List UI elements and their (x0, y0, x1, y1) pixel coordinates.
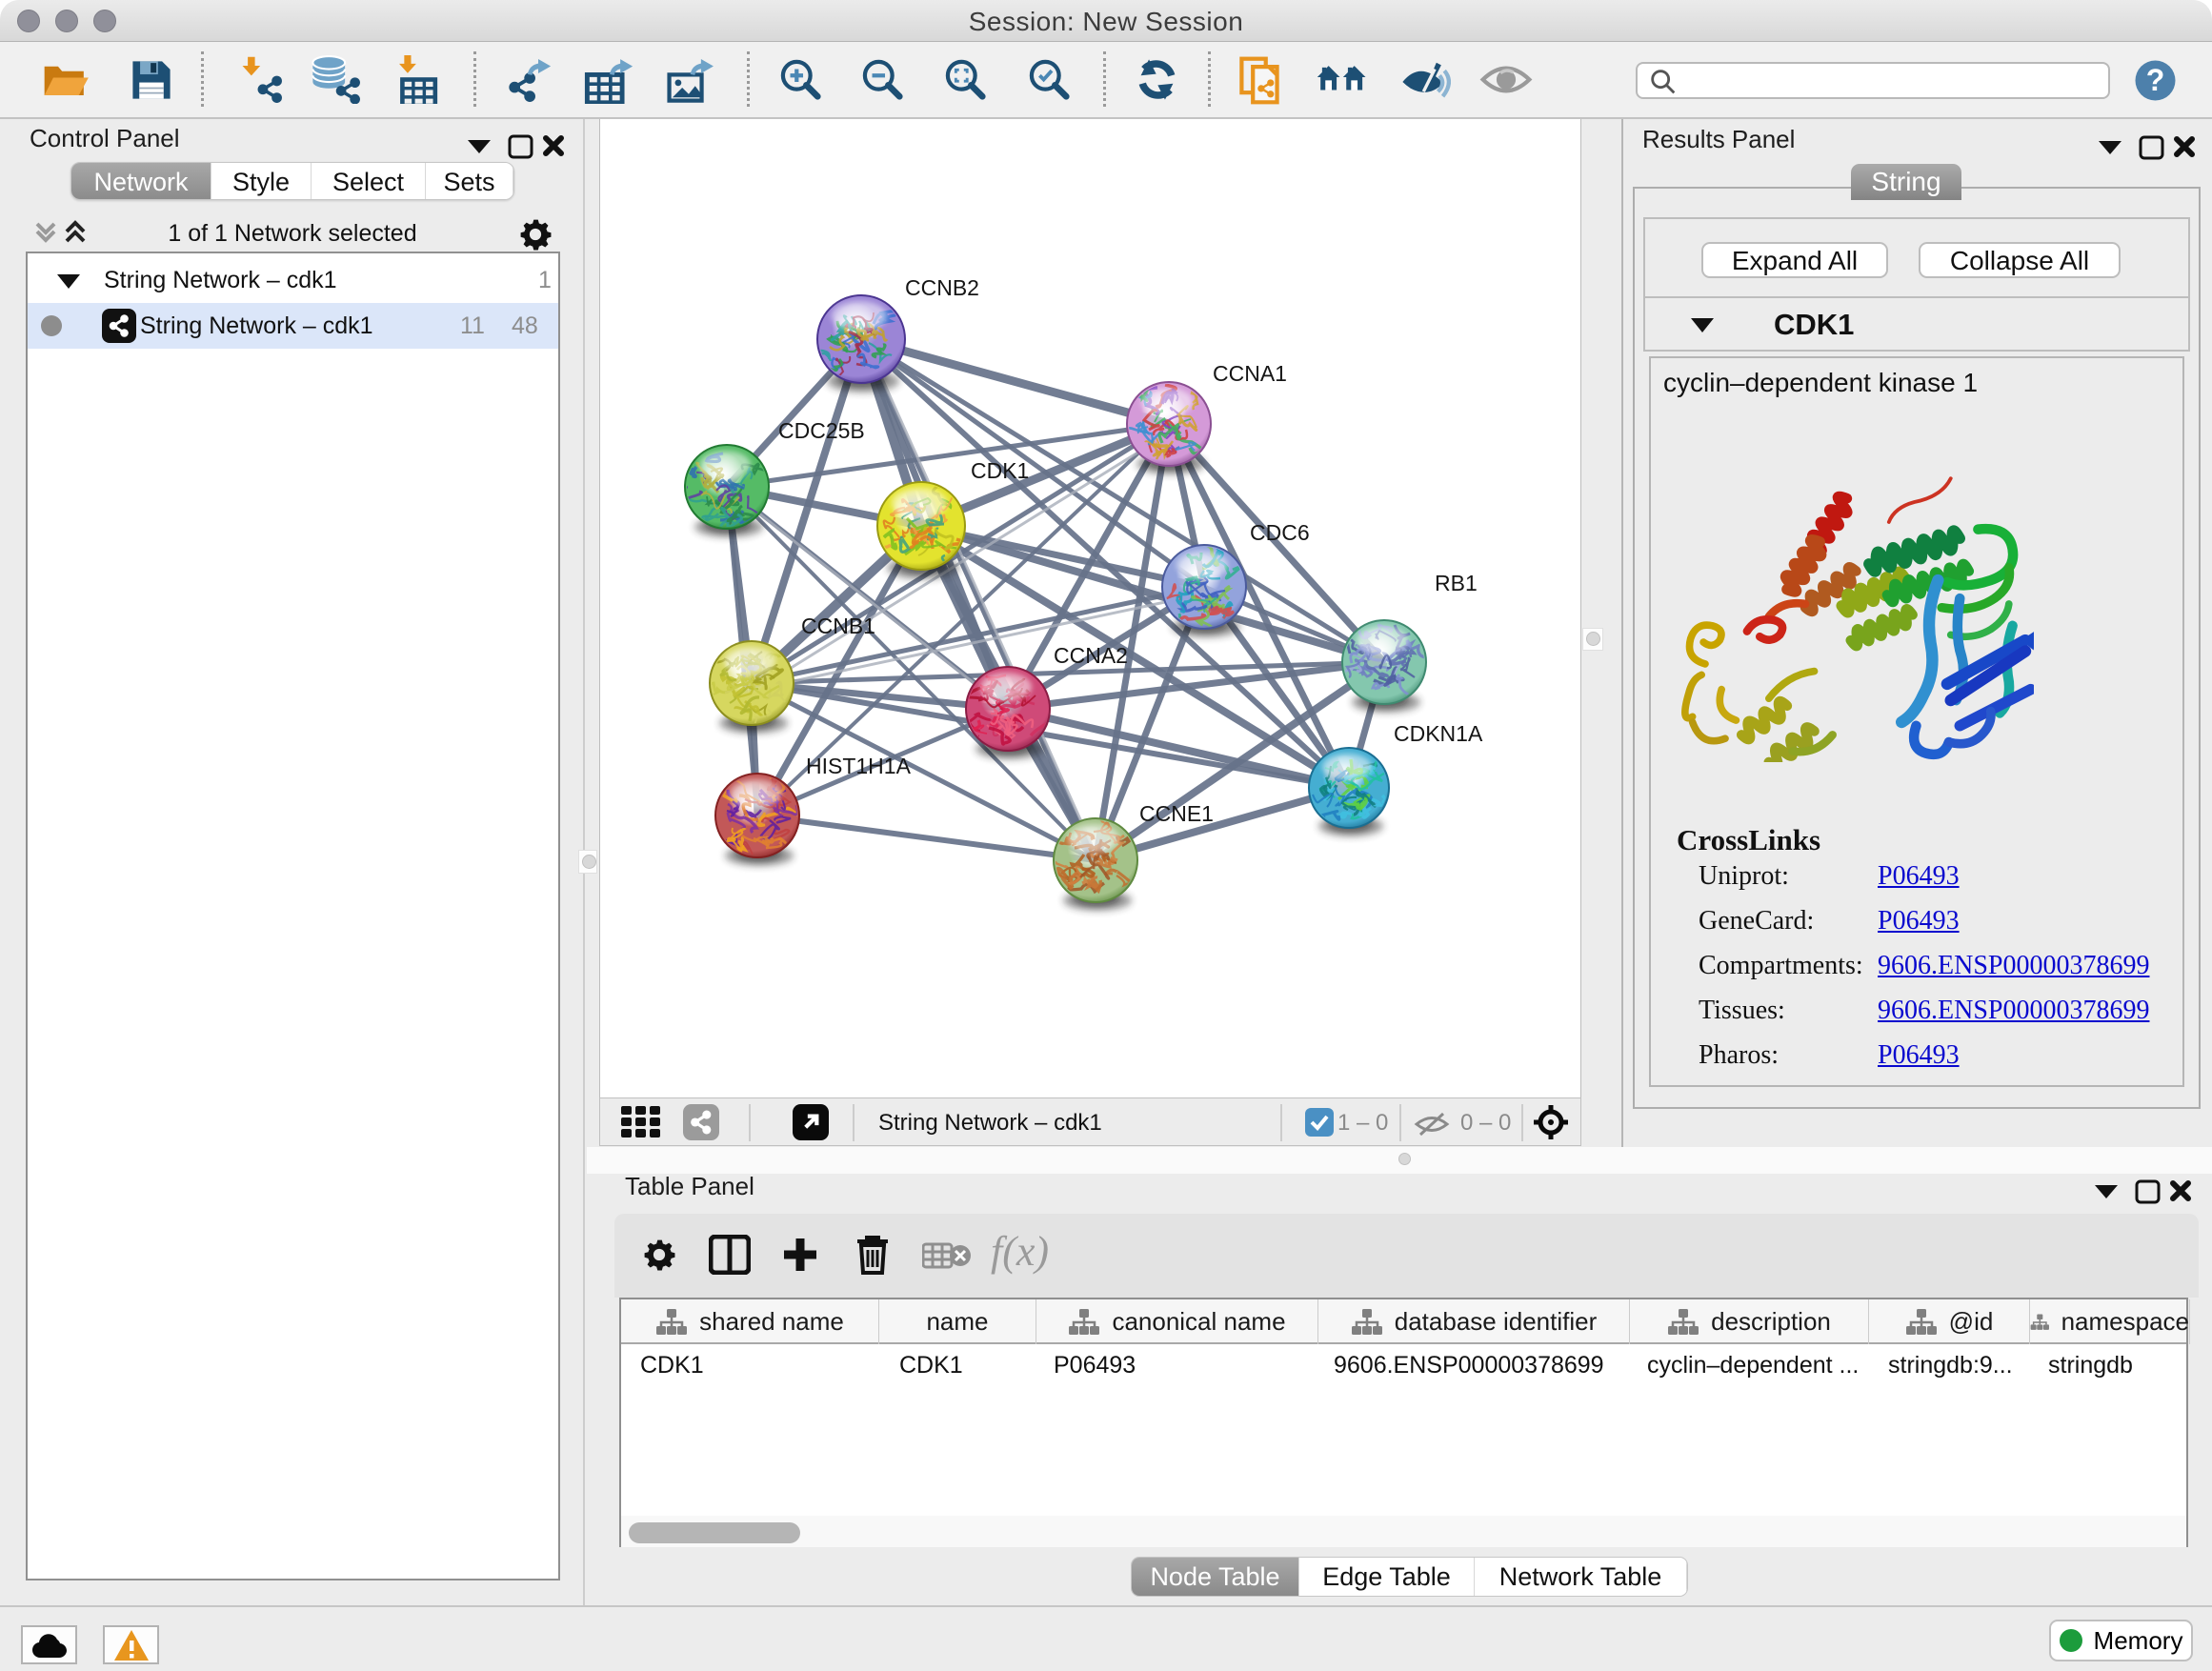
svg-text:CCNA2: CCNA2 (1054, 643, 1128, 668)
svg-text:HIST1H1A: HIST1H1A (806, 754, 912, 778)
svg-text:CDC25B: CDC25B (778, 418, 865, 443)
svg-text:CCNE1: CCNE1 (1139, 801, 1214, 826)
svg-text:CDK1: CDK1 (971, 458, 1029, 483)
svg-text:CCNB1: CCNB1 (801, 614, 875, 638)
svg-text:RB1: RB1 (1435, 571, 1478, 595)
svg-text:CCNA1: CCNA1 (1213, 361, 1287, 386)
svg-text:CDKN1A: CDKN1A (1394, 721, 1483, 746)
svg-text:CCNB2: CCNB2 (905, 275, 979, 300)
svg-text:CDC6: CDC6 (1250, 520, 1310, 545)
svg-text:?: ? (2146, 63, 2165, 97)
